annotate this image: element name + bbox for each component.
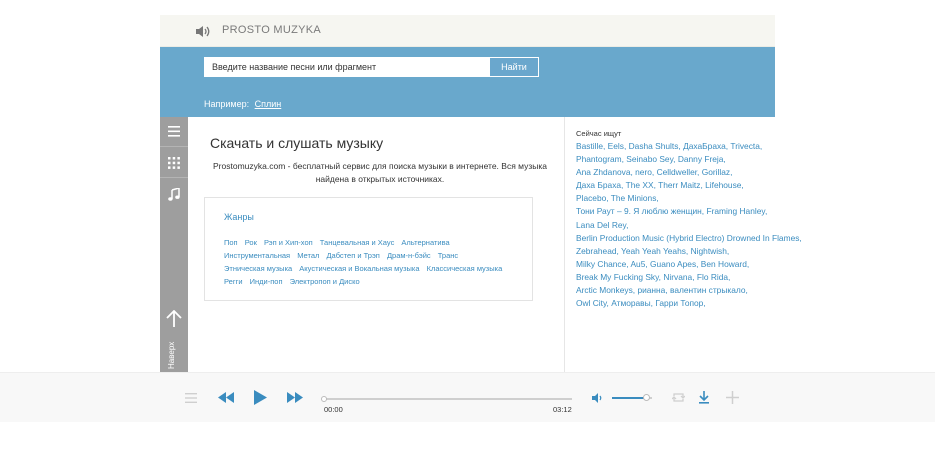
now-searching-item[interactable]: Danny Freja, [678,154,726,164]
genre-link[interactable]: Альтернатива [401,238,449,247]
add-icon[interactable] [726,391,739,404]
progress-handle[interactable] [321,396,327,402]
now-searching-title: Сейчас ищут [576,129,622,138]
now-searching-item[interactable]: Nirvana, [663,272,694,282]
genres-panel: Жанры Поп Рок Рэп и Хип-хоп Танцевальная… [204,197,533,301]
genre-link[interactable]: Рэп и Хип-хоп [264,238,313,247]
genre-link[interactable]: Метал [297,251,319,260]
now-searching-item[interactable]: Seinabo Sey, [626,154,675,164]
now-searching-item[interactable]: Атморавы, [611,298,653,308]
search-example-label: Например: [204,99,250,109]
now-searching-item[interactable]: Гарри Топор, [655,298,705,308]
genre-link[interactable]: Инструментальная [224,251,290,260]
arrow-up-icon[interactable] [166,310,182,328]
genre-link[interactable]: Рок [245,238,257,247]
now-searching-item[interactable]: Guano Apes, [650,259,698,269]
grid-icon [168,157,180,169]
site-logo[interactable]: PROSTO MUZYKA [222,24,321,36]
speaker-icon [196,26,210,37]
sidebar-item-grid[interactable] [160,148,188,178]
page-title: Скачать и слушать музыку [210,135,384,151]
sidebar-item-music[interactable] [160,179,188,209]
search-example-link[interactable]: Сплин [255,99,282,109]
music-note-icon [168,188,180,201]
volume-handle[interactable] [643,394,650,401]
now-searching-item[interactable]: Nightwish, [691,246,730,256]
genre-list: Поп Рок Рэп и Хип-хоп Танцевальная и Хау… [224,236,524,288]
now-searching-item[interactable]: Therr Maitz, [658,180,703,190]
genre-link[interactable]: Дабстеп и Трэп [326,251,379,260]
site-container: PROSTO MUZYKA Введите название песни или… [160,15,802,372]
now-searching-item[interactable]: Тони Раут – 9. Я люблю женщин, [576,206,704,216]
genre-link[interactable]: Электропоп и Диско [290,277,360,286]
now-searching-item[interactable]: Даха Браха, [576,180,623,190]
genre-link[interactable]: Классическая музыка [427,264,503,273]
now-searching-item[interactable]: Lifehouse, [705,180,744,190]
now-searching-item[interactable]: ДахаБраха, [683,141,728,151]
site-description: Prostomuzyka.com - бесплатный сервис для… [213,161,547,184]
next-icon[interactable] [287,392,303,403]
download-icon[interactable] [699,391,709,404]
now-searching-item[interactable]: Milky Chance, [576,259,629,269]
back-to-top-label[interactable]: Наверх [167,342,176,369]
volume-icon[interactable] [592,393,603,403]
sidebar-item-menu[interactable] [160,117,188,147]
now-searching-item[interactable]: рианна, [637,285,667,295]
genre-link[interactable]: Инди-поп [250,277,283,286]
now-searching-item[interactable]: Framing Hanley, [706,206,767,216]
header-bar: PROSTO MUZYKA [160,15,775,47]
menu-icon [168,126,180,137]
now-searching-item[interactable]: Phantogram, [576,154,624,164]
now-searching-item[interactable]: Dasha Shults, [629,141,681,151]
now-searching-item[interactable]: Trivecta, [730,141,762,151]
now-searching-item[interactable]: валентин стрыкало, [670,285,748,295]
genre-link[interactable]: Танцевальная и Хаус [320,238,395,247]
genre-link[interactable]: Драм-н-бэйс [387,251,431,260]
progress-bar[interactable] [321,396,572,402]
audio-player [0,372,935,422]
repeat-icon[interactable] [672,392,685,403]
left-sidebar: Наверх [160,117,188,372]
search-example: Например: Сплин [204,99,281,109]
now-searching-item[interactable]: Lana Del Rey, [576,220,628,230]
now-searching-item[interactable]: Placebo, [576,193,609,203]
genre-link[interactable]: Поп [224,238,238,247]
now-searching-item[interactable]: The Minions, [611,193,659,203]
search-input[interactable]: Введите название песни или фрагмент [204,57,490,77]
genre-link[interactable]: Акустическая и Вокальная музыка [299,264,419,273]
now-searching-item[interactable]: Zebrahead, [576,246,619,256]
search-band: Введите название песни или фрагмент Найт… [160,47,775,117]
genre-link[interactable]: Транс [438,251,458,260]
genre-link[interactable]: Регги [224,277,243,286]
now-searching-item[interactable]: Gorillaz, [702,167,733,177]
now-searching-panel: Сейчас ищут Bastille, Eels, Dasha Shults… [564,117,802,372]
volume-slider[interactable] [612,394,652,401]
now-searching-item[interactable]: The XX, [626,180,656,190]
now-searching-item[interactable]: Berlin Production Music (Hybrid Electro)… [576,233,802,243]
genre-link[interactable]: Этническая музыка [224,264,292,273]
previous-icon[interactable] [218,392,234,403]
main-content: Скачать и слушать музыку Prostomuzyka.co… [188,117,564,372]
now-searching-item[interactable]: Arctic Monkeys, [576,285,635,295]
time-current: 00:00 [324,405,343,414]
now-searching-item[interactable]: Eels, [608,141,627,151]
time-total: 03:12 [553,405,572,414]
playlist-icon[interactable] [185,393,197,403]
now-searching-item[interactable]: Yeah Yeah Yeahs, [621,246,688,256]
genres-title[interactable]: Жанры [224,212,254,222]
now-searching-item[interactable]: Owl City, [576,298,609,308]
now-searching-item[interactable]: Break My Fucking Sky, [576,272,661,282]
play-icon[interactable] [254,390,267,405]
now-searching-item[interactable]: Flo Rida, [697,272,731,282]
now-searching-item[interactable]: Ana Zhdanova, [576,167,633,177]
now-searching-item[interactable]: Celldweller, [657,167,700,177]
volume-level [612,397,646,399]
search-button[interactable]: Найти [489,57,539,77]
now-searching-list: Bastille, Eels, Dasha Shults, ДахаБраха,… [576,140,802,310]
now-searching-item[interactable]: Ben Howard, [701,259,749,269]
now-searching-item[interactable]: Bastille, [576,141,605,151]
now-searching-item[interactable]: nero, [635,167,654,177]
now-searching-item[interactable]: Au5, [630,259,647,269]
